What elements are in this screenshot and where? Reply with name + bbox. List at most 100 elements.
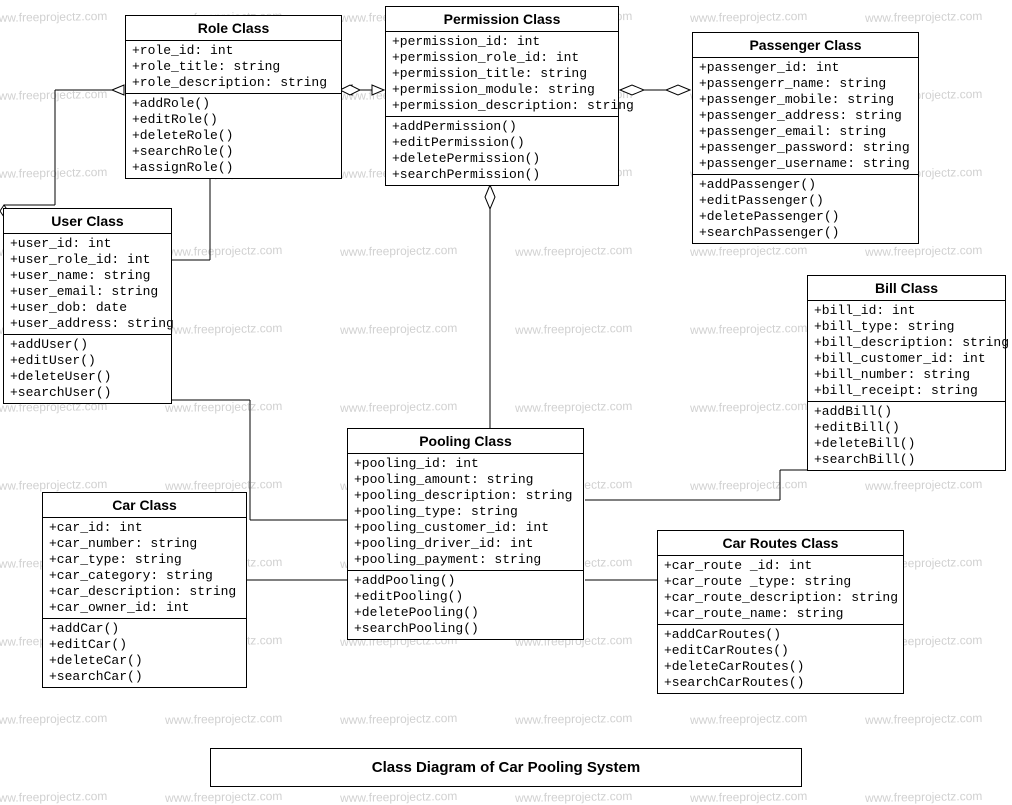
watermark-text: www.freeprojectz.com xyxy=(165,243,283,259)
class-attrs: +role_id: int+role_title: string+role_de… xyxy=(126,41,341,94)
uml-row: +addUser() xyxy=(10,337,165,353)
uml-row: +searchPermission() xyxy=(392,167,612,183)
watermark-text: www.freeprojectz.com xyxy=(690,321,808,337)
uml-row: +role_title: string xyxy=(132,59,335,75)
watermark-text: www.freeprojectz.com xyxy=(690,477,808,493)
uml-row: +editPassenger() xyxy=(699,193,912,209)
watermark-text: www.freeprojectz.com xyxy=(865,711,983,727)
watermark-text: www.freeprojectz.com xyxy=(865,243,983,259)
class-ops: +addUser()+editUser()+deleteUser()+searc… xyxy=(4,335,171,403)
uml-row: +searchUser() xyxy=(10,385,165,401)
class-attrs: +car_id: int+car_number: string+car_type… xyxy=(43,518,246,619)
uml-row: +searchPooling() xyxy=(354,621,577,637)
uml-row: +addBill() xyxy=(814,404,999,420)
uml-row: +deleteBill() xyxy=(814,436,999,452)
watermark-text: www.freeprojectz.com xyxy=(340,399,458,415)
uml-row: +car_description: string xyxy=(49,584,240,600)
uml-row: +passenger_id: int xyxy=(699,60,912,76)
watermark-text: www.freeprojectz.com xyxy=(690,711,808,727)
watermark-text: www.freeprojectz.com xyxy=(0,789,107,805)
watermark-text: www.freeprojectz.com xyxy=(0,165,107,181)
uml-row: +passenger_address: string xyxy=(699,108,912,124)
uml-row: +car_category: string xyxy=(49,568,240,584)
uml-row: +addCarRoutes() xyxy=(664,627,897,643)
class-title: Car Class xyxy=(43,493,246,518)
class-title: User Class xyxy=(4,209,171,234)
watermark-text: www.freeprojectz.com xyxy=(340,789,458,805)
watermark-text: www.freeprojectz.com xyxy=(865,477,983,493)
uml-row: +deletePassenger() xyxy=(699,209,912,225)
uml-row: +passenger_email: string xyxy=(699,124,912,140)
uml-row: +car_route_description: string xyxy=(664,590,897,606)
watermark-text: www.freeprojectz.com xyxy=(165,477,283,493)
uml-row: +editBill() xyxy=(814,420,999,436)
uml-row: +editCar() xyxy=(49,637,240,653)
uml-row: +user_dob: date xyxy=(10,300,165,316)
uml-row: +deleteCarRoutes() xyxy=(664,659,897,675)
uml-row: +editRole() xyxy=(132,112,335,128)
uml-row: +deletePermission() xyxy=(392,151,612,167)
watermark-text: www.freeprojectz.com xyxy=(340,711,458,727)
watermark-text: www.freeprojectz.com xyxy=(165,399,283,415)
watermark-text: www.freeprojectz.com xyxy=(690,9,808,25)
uml-row: +pooling_description: string xyxy=(354,488,577,504)
watermark-text: www.freeprojectz.com xyxy=(0,9,107,25)
uml-row: +pooling_id: int xyxy=(354,456,577,472)
uml-row: +bill_customer_id: int xyxy=(814,351,999,367)
class-pooling: Pooling Class +pooling_id: int+pooling_a… xyxy=(347,428,584,640)
uml-row: +bill_description: string xyxy=(814,335,999,351)
uml-row: +permission_title: string xyxy=(392,66,612,82)
uml-row: +pooling_payment: string xyxy=(354,552,577,568)
uml-row: +addPermission() xyxy=(392,119,612,135)
watermark-text: www.freeprojectz.com xyxy=(690,399,808,415)
uml-row: +editPermission() xyxy=(392,135,612,151)
watermark-text: www.freeprojectz.com xyxy=(0,711,107,727)
uml-row: +searchBill() xyxy=(814,452,999,468)
uml-row: +deleteRole() xyxy=(132,128,335,144)
uml-row: +deletePooling() xyxy=(354,605,577,621)
uml-row: +user_role_id: int xyxy=(10,252,165,268)
uml-row: +searchCar() xyxy=(49,669,240,685)
class-attrs: +pooling_id: int+pooling_amount: string+… xyxy=(348,454,583,571)
watermark-text: www.freeprojectz.com xyxy=(340,243,458,259)
uml-row: +user_email: string xyxy=(10,284,165,300)
uml-row: +passenger_username: string xyxy=(699,156,912,172)
class-ops: +addPooling()+editPooling()+deletePoolin… xyxy=(348,571,583,639)
watermark-text: www.freeprojectz.com xyxy=(515,243,633,259)
class-title: Car Routes Class xyxy=(658,531,903,556)
watermark-text: www.freeprojectz.com xyxy=(690,243,808,259)
uml-row: +permission_module: string xyxy=(392,82,612,98)
uml-row: +car_route _id: int xyxy=(664,558,897,574)
class-bill: Bill Class +bill_id: int+bill_type: stri… xyxy=(807,275,1006,471)
class-ops: +addRole()+editRole()+deleteRole()+searc… xyxy=(126,94,341,178)
uml-row: +role_description: string xyxy=(132,75,335,91)
uml-row: +deleteUser() xyxy=(10,369,165,385)
uml-row: +searchRole() xyxy=(132,144,335,160)
uml-row: +editPooling() xyxy=(354,589,577,605)
uml-row: +passenger_password: string xyxy=(699,140,912,156)
watermark-text: www.freeprojectz.com xyxy=(865,9,983,25)
uml-row: +pooling_customer_id: int xyxy=(354,520,577,536)
class-permission: Permission Class +permission_id: int+per… xyxy=(385,6,619,186)
class-title: Pooling Class xyxy=(348,429,583,454)
uml-row: +bill_type: string xyxy=(814,319,999,335)
watermark-text: www.freeprojectz.com xyxy=(165,789,283,805)
uml-row: +car_number: string xyxy=(49,536,240,552)
uml-row: +user_address: string xyxy=(10,316,165,332)
uml-row: +searchPassenger() xyxy=(699,225,912,241)
class-attrs: +car_route _id: int+car_route _type: str… xyxy=(658,556,903,625)
class-title: Role Class xyxy=(126,16,341,41)
class-attrs: +passenger_id: int+passengerr_name: stri… xyxy=(693,58,918,175)
uml-row: +permission_description: string xyxy=(392,98,612,114)
watermark-text: www.freeprojectz.com xyxy=(515,399,633,415)
uml-row: +passenger_mobile: string xyxy=(699,92,912,108)
watermark-text: www.freeprojectz.com xyxy=(515,789,633,805)
uml-row: +assignRole() xyxy=(132,160,335,176)
watermark-text: www.freeprojectz.com xyxy=(165,711,283,727)
watermark-text: www.freeprojectz.com xyxy=(340,321,458,337)
uml-row: +bill_number: string xyxy=(814,367,999,383)
uml-row: +addRole() xyxy=(132,96,335,112)
class-attrs: +bill_id: int+bill_type: string+bill_des… xyxy=(808,301,1005,402)
uml-row: +car_owner_id: int xyxy=(49,600,240,616)
uml-row: +user_id: int xyxy=(10,236,165,252)
